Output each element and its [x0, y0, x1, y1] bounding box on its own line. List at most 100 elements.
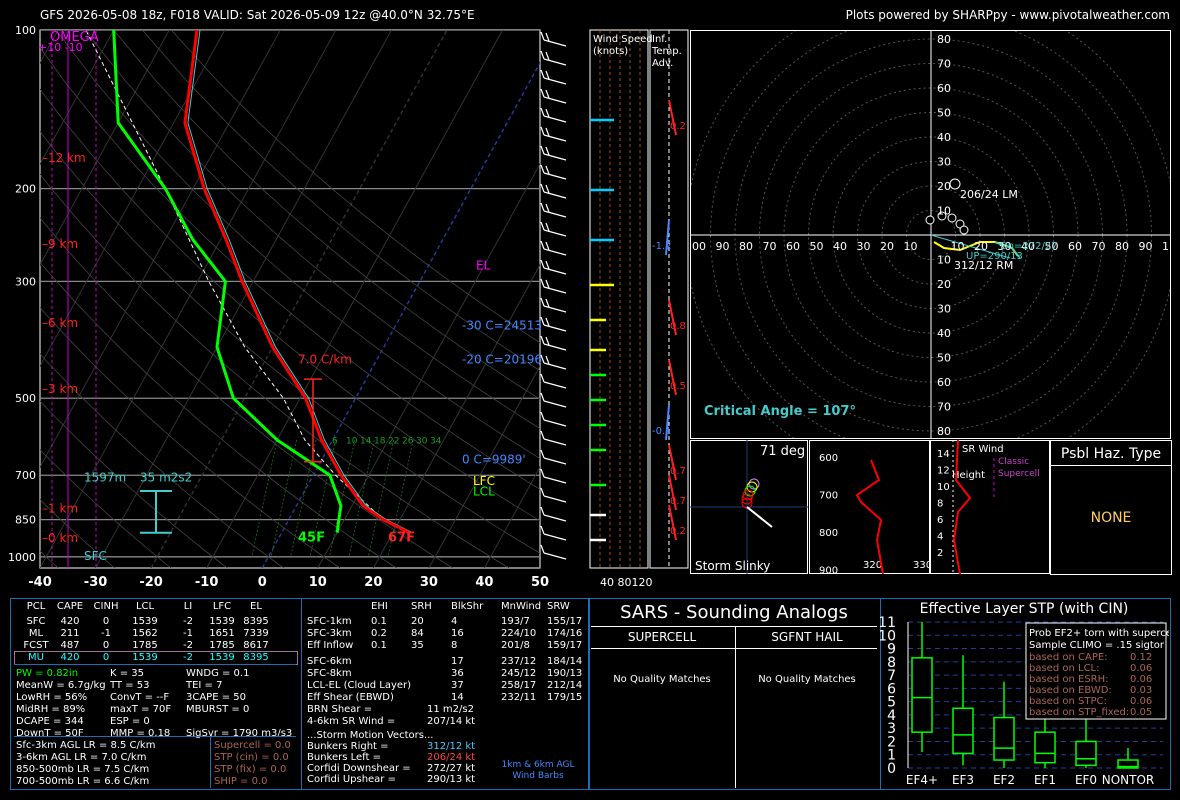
param-header: PCL — [26, 601, 46, 612]
srw-ytick: 14 — [937, 449, 950, 460]
composite-value: Supercell = 0.0 — [214, 740, 291, 751]
layer-srh: 35 m2s2 — [140, 471, 192, 485]
layer-depth: 1597m — [84, 471, 126, 485]
index-value: MBURST = 0 — [186, 704, 250, 715]
srw-ytick: 8 — [937, 499, 943, 510]
param-cell: 8617 — [243, 640, 269, 651]
temp-tick: -30 — [84, 575, 108, 590]
stp-xtick: EF4+ — [906, 773, 938, 787]
srw46-label: 4-6km SR Wind = — [307, 716, 396, 727]
adv-value: -1.2 — [652, 241, 672, 252]
stp-legend-row: based on CAPE: — [1029, 652, 1108, 663]
param-header: CINH — [93, 601, 119, 612]
pressure-tick: 500 — [15, 392, 36, 405]
vector-value: 312/12 kt — [427, 741, 476, 752]
wind-barb — [543, 419, 567, 427]
kin-header: MnWind — [501, 601, 542, 612]
sars-hail: SGFNT HAIL — [771, 630, 843, 644]
param-cell: SFC — [26, 616, 46, 627]
wind-barb-flag — [545, 298, 550, 308]
wind-barb-flag — [540, 88, 545, 98]
hodo-tick: 50 — [937, 352, 951, 365]
adv-title: Adv. — [652, 58, 673, 69]
stp-legend-row: based on LCL: — [1029, 663, 1100, 674]
param-cell: ML — [28, 628, 44, 639]
hodo-tick: 1 — [1162, 240, 1169, 253]
wind-barb — [543, 77, 567, 85]
kin-cell: 8 — [451, 640, 458, 651]
param-cell: 1539 — [209, 616, 235, 627]
skewt-chart: 10020030050070085010006 10 14 18 22 26 30 34-40… — [0, 25, 689, 590]
dn-label: Dn=272/27 — [1000, 241, 1058, 252]
lcl-label: LCL — [473, 485, 495, 499]
kin-cell: 35 — [411, 640, 424, 651]
kin-cell: 201/8 — [501, 640, 530, 651]
adv-value: 0.2 — [670, 526, 686, 537]
divider — [210, 736, 211, 788]
adv-value: 0.5 — [670, 381, 686, 392]
kin-cell: 193/7 — [501, 616, 530, 627]
mixing-ratio-label: 30 — [416, 437, 428, 447]
temp-tick: -20 — [139, 575, 163, 590]
hodo-tick: 00 — [692, 240, 706, 253]
kin-cell: 179/15 — [547, 692, 583, 703]
dry-adiabat — [84, 30, 540, 429]
wind-barb — [543, 210, 567, 218]
lapse-rate-label: 7.0 C/km — [298, 353, 352, 367]
hodo-tick: 60 — [1068, 240, 1082, 253]
hodo-tick: 30 — [937, 156, 951, 169]
hodo-tick: 70 — [937, 58, 951, 71]
param-cell: 420 — [60, 616, 80, 627]
index-value: PW = 0.82in — [16, 668, 79, 679]
param-cell: -1 — [183, 628, 193, 639]
composite-value: SHIP = 0.0 — [214, 776, 268, 787]
hodo-height-marker — [925, 215, 935, 225]
wind-barb — [543, 248, 567, 256]
index-value: TEI = 7 — [186, 680, 223, 691]
hodo-tick: 60 — [937, 82, 951, 95]
dry-adiabat — [40, 550, 59, 568]
kin-cell: 84 — [411, 628, 424, 639]
kin-cell: 0.1 — [371, 616, 387, 627]
hodograph: 8070605040302010102030405060708000 90 80 70… — [690, 30, 1171, 439]
wind-barb — [543, 267, 567, 275]
height-label: –0 km — [42, 531, 78, 545]
composite-value: STP (fix) = 0.0 — [214, 764, 287, 775]
index-value: K = 35 — [110, 668, 145, 679]
wind-barb — [543, 153, 567, 161]
stp-legend-sub: Sample CLIMO = .15 sigtor — [1029, 640, 1165, 651]
wind-barb-flag — [545, 336, 550, 346]
mixing-ratio-line — [251, 439, 278, 557]
wind-barb — [543, 39, 567, 47]
mixing-ratio-label: 10 — [346, 437, 358, 447]
wind-barb-flag — [540, 202, 545, 212]
sars-title: SARS - Sounding Analogs — [620, 602, 848, 623]
index-value: TT = 53 — [110, 680, 150, 691]
lm-label: 206/24 LM — [960, 188, 1018, 201]
lapse-value: Sfc-3km AGL LR = 8.5 C/km — [16, 740, 156, 751]
hodo-tick: 40 — [937, 327, 951, 340]
dry-adiabat — [0, 30, 2, 568]
critical-angle: Critical Angle = 107° — [704, 404, 856, 419]
mixing-ratio-label: 34 — [430, 437, 442, 447]
param-cell: 1785 — [132, 640, 158, 651]
wind-barb-flag — [540, 297, 545, 307]
kin-cell: 174/16 — [547, 628, 583, 639]
param-cell: 1562 — [132, 628, 158, 639]
stp-legend-row: based on STP_fixed: — [1029, 707, 1129, 718]
wind-barb-flag — [545, 32, 550, 42]
hodo-tick: 90 — [1139, 240, 1153, 253]
wind-barb-flag — [545, 260, 550, 270]
index-value: SigSvr = 1790 m3/s3 — [186, 728, 293, 739]
kin-cell: 184/14 — [547, 656, 583, 667]
kin-cell: 36 — [451, 668, 464, 679]
header-left: GFS 2026-05-08 18z, F018 VALID: Sat 2026… — [40, 8, 475, 22]
param-cell: 211 — [60, 628, 80, 639]
index-value: WNDG = 0.1 — [186, 668, 250, 679]
barb-note: 1km & 6km AGL — [501, 760, 575, 770]
srw-ytick: 12 — [937, 466, 950, 477]
pressure-tick: 300 — [15, 275, 36, 288]
isotherm-line — [372, 263, 540, 568]
sfc-dew-label: 45F — [298, 530, 325, 545]
wind-barb-flag — [540, 50, 545, 60]
